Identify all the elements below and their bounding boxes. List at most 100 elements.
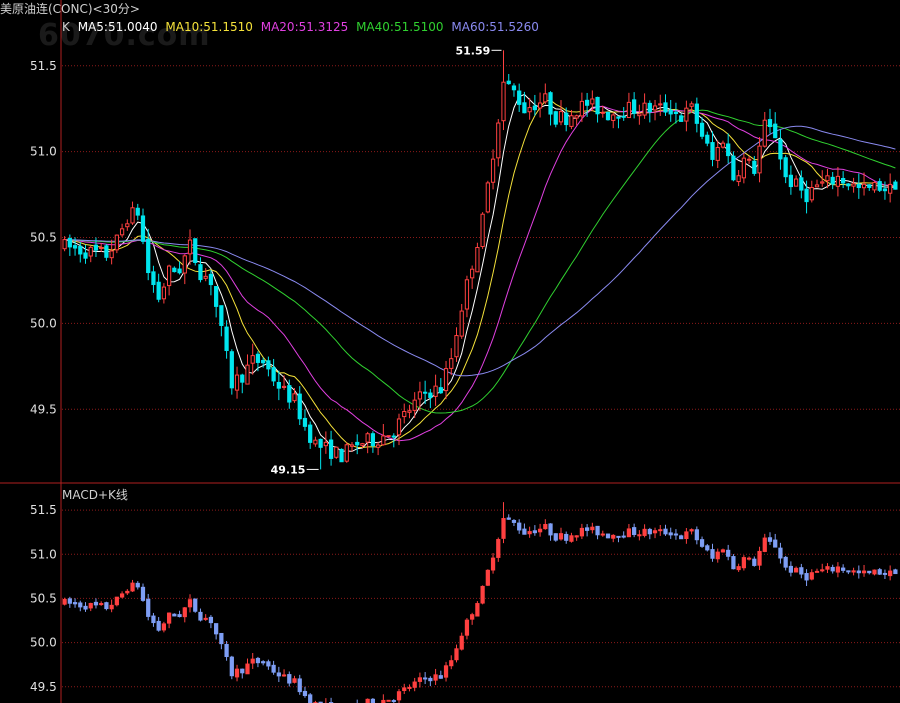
main-candle — [83, 252, 88, 259]
sub-candle — [402, 687, 407, 691]
sub-candle — [637, 534, 642, 537]
main-ytick-label: 51.0 — [30, 145, 57, 159]
main-candle — [240, 374, 245, 383]
main-candle — [172, 267, 177, 273]
main-candle — [574, 115, 579, 119]
main-candle — [720, 142, 726, 148]
ma20-label: MA20:51.3125 — [260, 20, 349, 34]
sub-candle — [470, 614, 475, 620]
main-candle — [814, 184, 820, 188]
sub-ytick-label: 49.5 — [30, 680, 57, 694]
sub-candle — [861, 570, 867, 574]
sub-candle — [266, 661, 271, 667]
main-candle — [752, 160, 757, 174]
sub-candle — [558, 533, 564, 540]
sub-candle — [464, 619, 470, 636]
main-candle — [67, 237, 72, 248]
main-ytick-label: 50.0 — [30, 316, 57, 330]
sub-candle — [799, 567, 804, 575]
main-candle — [214, 286, 219, 307]
sub-candle — [135, 582, 140, 588]
sub-candle — [203, 617, 208, 620]
main-candle — [746, 158, 752, 161]
sub-candle — [208, 616, 214, 624]
sub-candle — [626, 528, 632, 538]
main-candle — [438, 387, 443, 394]
sub-candle — [281, 674, 287, 677]
sub-candle — [841, 567, 846, 571]
main-candle — [407, 410, 412, 413]
main-candle — [250, 355, 255, 364]
main-candle — [679, 115, 684, 122]
sub-candle — [809, 572, 814, 580]
sub-candle — [532, 530, 537, 534]
main-candle — [647, 102, 652, 113]
main-candle — [349, 444, 355, 447]
main-candle — [266, 360, 271, 370]
ma20-line — [64, 105, 896, 442]
sub-candle — [501, 518, 506, 539]
main-candle — [109, 250, 114, 259]
main-candle — [668, 109, 673, 115]
sub-candle — [647, 528, 652, 535]
main-candle — [328, 439, 334, 459]
sub-candle — [851, 570, 856, 573]
main-candle — [783, 157, 788, 178]
sub-candle — [522, 528, 527, 535]
ma60-label: MA60:51.5260 — [451, 20, 539, 34]
main-candle — [851, 183, 856, 187]
main-candle — [391, 435, 396, 438]
main-candle — [710, 142, 715, 160]
main-candle — [62, 239, 67, 250]
main-candle — [867, 184, 872, 188]
main-candle — [292, 393, 297, 402]
main-candle — [558, 111, 564, 123]
sub-candle — [140, 586, 146, 601]
main-candle — [365, 433, 370, 443]
main-candle — [548, 92, 553, 115]
sub-candle — [271, 664, 276, 673]
main-candle — [72, 245, 78, 249]
sub-ytick-label: 50.5 — [30, 591, 57, 605]
sub-candle — [480, 585, 485, 604]
sub-candle — [99, 603, 104, 606]
main-candle — [182, 255, 187, 274]
sub-candle — [788, 565, 794, 573]
main-candle — [888, 183, 893, 194]
main-candle — [140, 215, 146, 242]
main-candle — [793, 178, 799, 187]
main-candle — [156, 281, 161, 300]
sub-candle — [261, 661, 266, 664]
main-candle — [355, 441, 360, 446]
main-candle — [308, 424, 313, 443]
sub-candle — [867, 570, 872, 574]
sub-candle — [485, 569, 490, 586]
sub-candle — [537, 528, 543, 533]
main-candle — [595, 96, 600, 115]
main-candle — [208, 273, 214, 286]
main-candle — [584, 99, 590, 106]
sub-candle — [161, 623, 167, 631]
sub-candle — [590, 526, 595, 531]
chart-title: 美原油连(CONC)<30分> — [0, 2, 140, 16]
main-candle — [741, 157, 746, 179]
main-candle — [161, 286, 167, 300]
main-ytick-label: 49.5 — [30, 402, 57, 416]
main-candle — [731, 155, 736, 181]
sub-candle — [454, 648, 459, 661]
main-candle — [381, 435, 386, 446]
sub-candle — [825, 566, 830, 570]
sub-candle — [109, 604, 114, 610]
main-candle — [271, 367, 276, 382]
sub-candle — [778, 547, 783, 559]
sub-ytick-label: 51.5 — [30, 503, 57, 517]
main-candle — [334, 446, 339, 458]
main-candle — [767, 119, 773, 128]
sub-candle — [187, 599, 193, 608]
sub-candle — [428, 677, 433, 682]
main-candle — [412, 399, 417, 411]
high-price-label: 51.59 — [456, 44, 491, 57]
sub-candle — [302, 690, 308, 697]
ma10-line — [64, 99, 896, 449]
sub-candle — [517, 522, 522, 531]
